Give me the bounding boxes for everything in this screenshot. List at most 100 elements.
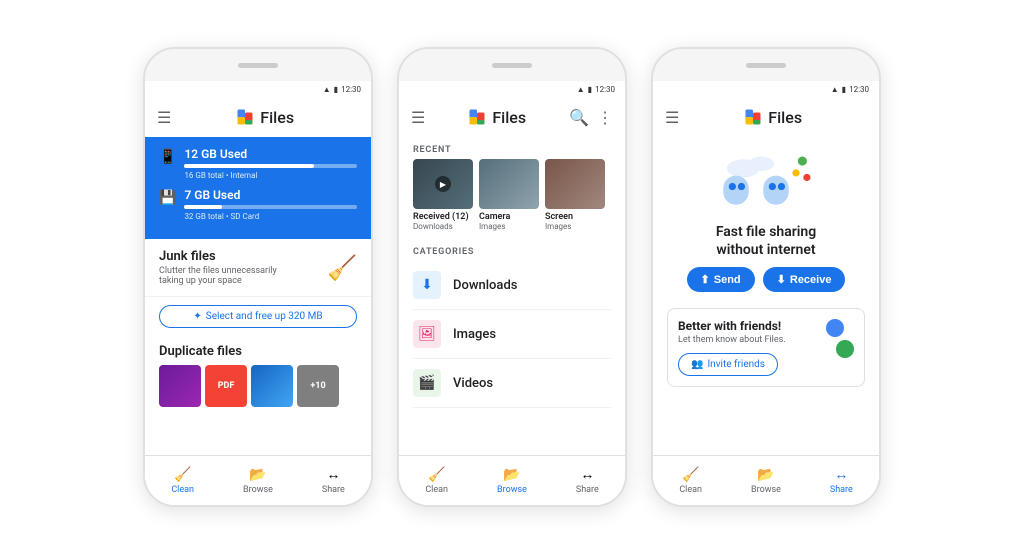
- storage-sub-internal: 16 GB total • Internal: [184, 171, 357, 180]
- recent-section-label: RECENT: [399, 137, 625, 159]
- category-name-images: Images: [453, 327, 496, 342]
- files-logo-1: [236, 108, 254, 126]
- category-videos[interactable]: 🎬 Videos: [413, 359, 611, 408]
- downloads-icon: ⬇: [413, 271, 441, 299]
- app-header-title-1: Files: [171, 108, 359, 127]
- app-title-2: Files: [492, 108, 526, 127]
- friend-avatar-2: [836, 340, 854, 358]
- send-button[interactable]: ⬆ Send: [687, 267, 755, 292]
- clean-icon-1: 🧹: [174, 467, 191, 483]
- sharing-svg: [716, 147, 816, 217]
- nav-clean-3[interactable]: 🧹 Clean: [653, 456, 728, 505]
- sharing-illustration: [716, 147, 816, 217]
- storage-info-sd: 7 GB Used 32 GB total • SD Card: [184, 188, 357, 221]
- app-screen-2: ☰ Files 🔍 ⋮ RECENT: [399, 97, 625, 505]
- friends-card: Better with friends! Let them know about…: [667, 308, 865, 387]
- files-logo-3: [744, 108, 762, 126]
- phone-top-bar-1: [145, 49, 371, 81]
- bottom-nav-1: 🧹 Clean 📂 Browse ↔ Share: [145, 455, 371, 505]
- menu-icon-1[interactable]: ☰: [157, 108, 171, 127]
- storage-bar-sd: [184, 205, 357, 209]
- nav-share-2[interactable]: ↔ Share: [550, 456, 625, 505]
- thumb-more: +10: [297, 365, 339, 407]
- more-icon-2[interactable]: ⋮: [597, 108, 613, 127]
- friend-avatar-1: [826, 319, 844, 337]
- storage-bar-fill-sd: [184, 205, 222, 209]
- bottom-nav-2: 🧹 Clean 📂 Browse ↔ Share: [399, 455, 625, 505]
- recent-name-camera: Camera: [479, 212, 510, 222]
- nav-browse-2[interactable]: 📂 Browse: [474, 456, 549, 505]
- menu-icon-3[interactable]: ☰: [665, 108, 679, 127]
- duplicate-title: Duplicate files: [159, 344, 357, 359]
- category-name-videos: Videos: [453, 376, 493, 391]
- junk-desc: Clutter the files unnecessarily taking u…: [159, 266, 289, 286]
- status-icons-1: ▲ ▮ 12:30: [323, 85, 361, 94]
- free-up-button[interactable]: ✦ Select and free up 320 MB: [159, 305, 357, 328]
- recent-thumb-camera: [479, 159, 539, 209]
- app-header-title-2: Files: [425, 108, 569, 127]
- phones-container: ▲ ▮ 12:30 ☰ Files: [123, 27, 901, 527]
- storage-item-internal: 📱 12 GB Used 16 GB total • Internal: [159, 147, 357, 180]
- nav-browse-label-2: Browse: [497, 485, 527, 495]
- status-icons-2: ▲ ▮ 12:30: [577, 85, 615, 94]
- recent-item-camera[interactable]: Camera Images: [479, 159, 539, 231]
- recent-item-received[interactable]: ▶ Received (12) Downloads: [413, 159, 473, 231]
- nav-clean-1[interactable]: 🧹 Clean: [145, 456, 220, 505]
- menu-icon-2[interactable]: ☰: [411, 108, 425, 127]
- receive-label: Receive: [790, 274, 832, 286]
- app-screen-3: ☰ Files: [653, 97, 879, 505]
- header-icons-2: 🔍 ⋮: [569, 108, 613, 127]
- receive-icon: ⬇: [777, 273, 786, 286]
- nav-clean-2[interactable]: 🧹 Clean: [399, 456, 474, 505]
- battery-icon-3: ▮: [842, 85, 846, 94]
- battery-icon-1: ▮: [334, 85, 338, 94]
- free-up-icon: ✦: [193, 311, 201, 322]
- storage-label-sd: 7 GB Used: [184, 188, 357, 202]
- app-header-1: ☰ Files: [145, 97, 371, 137]
- app-header-2: ☰ Files 🔍 ⋮: [399, 97, 625, 137]
- phone-speaker-3: [746, 63, 786, 68]
- phone-top-bar-2: [399, 49, 625, 81]
- recent-thumb-received: ▶: [413, 159, 473, 209]
- share-icon-3: ↔: [834, 466, 848, 483]
- nav-browse-label-1: Browse: [243, 485, 273, 495]
- receive-button[interactable]: ⬇ Receive: [763, 267, 846, 292]
- status-bar-1: ▲ ▮ 12:30: [145, 81, 371, 97]
- status-bar-3: ▲ ▮ 12:30: [653, 81, 879, 97]
- category-images[interactable]: 🖼 Images: [413, 310, 611, 359]
- send-label: Send: [714, 274, 741, 286]
- storage-info-internal: 12 GB Used 16 GB total • Internal: [184, 147, 357, 180]
- nav-clean-label-3: Clean: [679, 485, 702, 495]
- nav-clean-label-2: Clean: [425, 485, 448, 495]
- storage-bar-fill-internal: [184, 164, 313, 168]
- share-icon-2: ↔: [580, 466, 594, 483]
- images-icon: 🖼: [413, 320, 441, 348]
- thumb-blue: [251, 365, 293, 407]
- sharing-title: Fast file sharingwithout internet: [716, 223, 816, 259]
- nav-browse-3[interactable]: 📂 Browse: [728, 456, 803, 505]
- battery-icon-2: ▮: [588, 85, 592, 94]
- search-icon-2[interactable]: 🔍: [569, 108, 589, 127]
- junk-title: Junk files: [159, 249, 289, 264]
- videos-icon: 🎬: [413, 369, 441, 397]
- phone-speaker-1: [238, 63, 278, 68]
- category-downloads[interactable]: ⬇ Downloads: [413, 261, 611, 310]
- send-icon: ⬆: [701, 273, 710, 286]
- category-list: ⬇ Downloads 🖼 Images 🎬 Videos: [399, 261, 625, 408]
- phone-1: ▲ ▮ 12:30 ☰ Files: [143, 47, 373, 507]
- app-header-title-3: Files: [679, 108, 867, 127]
- time-3: 12:30: [849, 85, 869, 94]
- friends-card-inner: Better with friends! Let them know about…: [678, 319, 854, 376]
- nav-share-1[interactable]: ↔ Share: [296, 456, 371, 505]
- invite-label: Invite friends: [707, 359, 765, 370]
- time-2: 12:30: [595, 85, 615, 94]
- storage-item-sd: 💾 7 GB Used 32 GB total • SD Card: [159, 188, 357, 221]
- junk-info: Junk files Clutter the files unnecessari…: [159, 249, 289, 286]
- recent-item-screen[interactable]: Screen Images: [545, 159, 605, 231]
- nav-share-3[interactable]: ↔ Share: [804, 456, 879, 505]
- nav-browse-1[interactable]: 📂 Browse: [220, 456, 295, 505]
- invite-button[interactable]: 👥 Invite friends: [678, 353, 778, 376]
- status-icons-3: ▲ ▮ 12:30: [831, 85, 869, 94]
- app-title-3: Files: [768, 108, 802, 127]
- recent-name-screen: Screen: [545, 212, 573, 222]
